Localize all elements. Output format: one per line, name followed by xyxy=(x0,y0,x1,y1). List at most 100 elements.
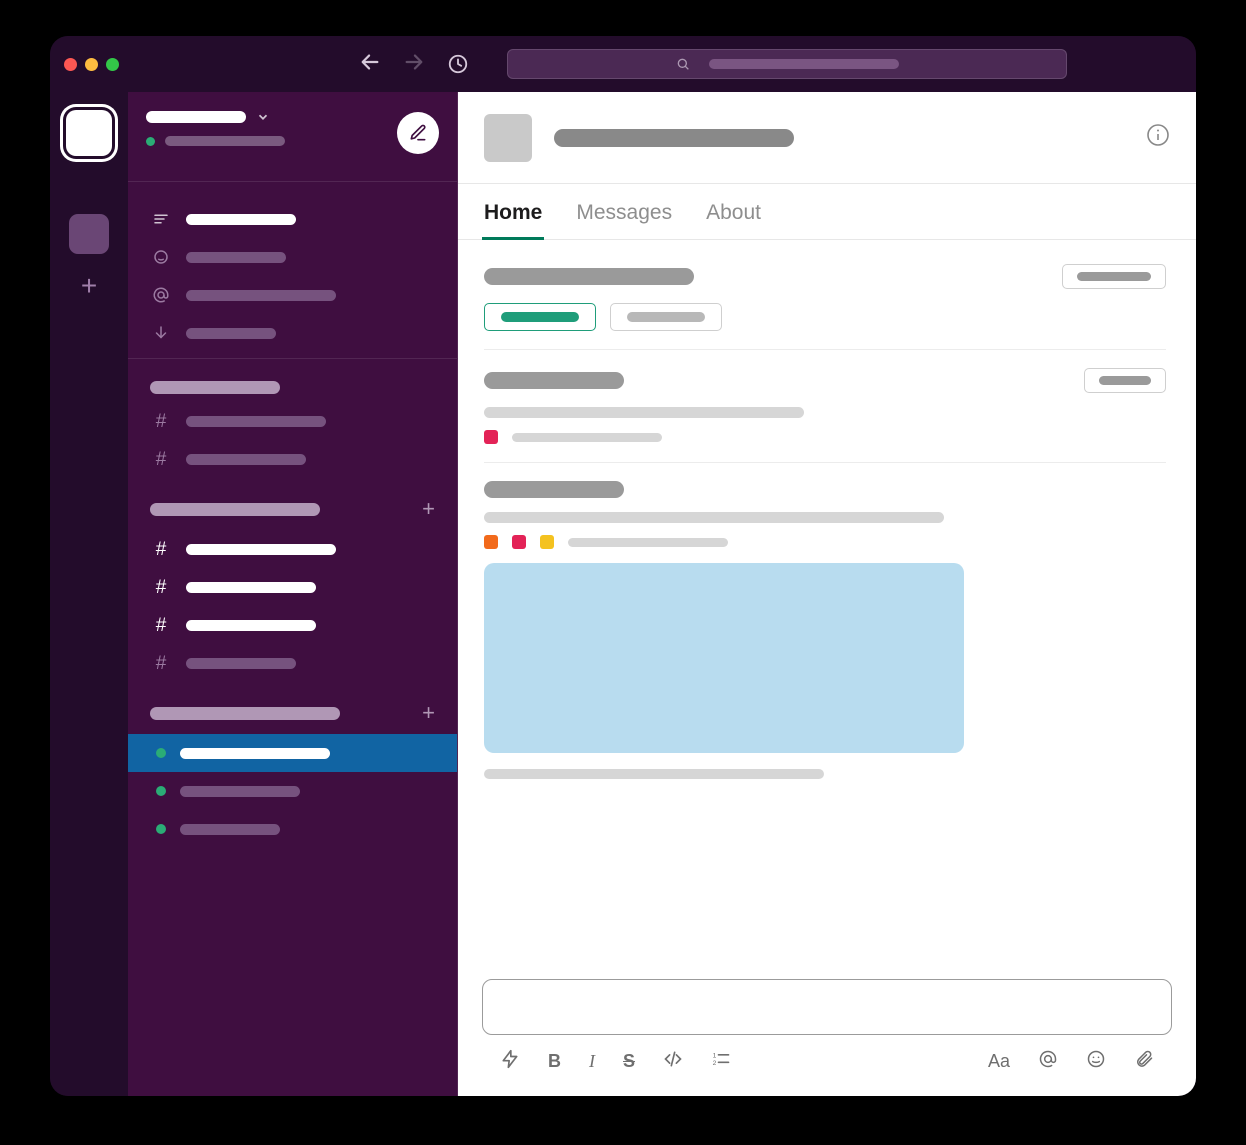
preview-card[interactable] xyxy=(484,563,964,753)
hash-icon: # xyxy=(150,654,172,673)
sidebar-item-more[interactable] xyxy=(128,314,457,352)
sidebar-item-label xyxy=(186,328,276,339)
sidebar-top-section xyxy=(128,182,457,359)
channel-details-button[interactable] xyxy=(1146,123,1170,152)
tab-about[interactable]: About xyxy=(706,201,761,239)
minimize-window-button[interactable] xyxy=(85,58,98,71)
sidebar-channel[interactable]: # xyxy=(128,606,457,644)
search-input[interactable] xyxy=(507,49,1067,79)
tab-messages[interactable]: Messages xyxy=(576,201,672,239)
mentions-icon xyxy=(150,286,172,304)
workspace-rail: + xyxy=(50,92,128,1096)
tab-home[interactable]: Home xyxy=(484,201,542,239)
workspace-tile-active[interactable] xyxy=(66,110,112,156)
section-body-line xyxy=(484,407,804,418)
sidebar-item-threads[interactable] xyxy=(128,200,457,238)
channel-tabs: Home Messages About xyxy=(458,184,1196,240)
section-action-button[interactable] xyxy=(1062,264,1166,289)
sidebar-item-label xyxy=(186,252,286,263)
sidebar-item-label xyxy=(180,786,300,797)
presence-dot-icon xyxy=(156,824,166,834)
sidebar-item-label xyxy=(186,290,336,301)
sidebar-item-label xyxy=(186,214,296,225)
hash-icon: # xyxy=(150,412,172,431)
sidebar-item-label xyxy=(186,544,336,555)
forward-button[interactable] xyxy=(403,51,425,78)
sidebar-channel[interactable]: # xyxy=(128,530,457,568)
history-button[interactable] xyxy=(447,53,469,75)
workspace-tile[interactable] xyxy=(69,214,109,254)
workspace-switcher[interactable] xyxy=(146,110,285,124)
sidebar-channel[interactable]: # xyxy=(128,568,457,606)
sidebar-channel[interactable]: # xyxy=(128,402,457,440)
strike-button[interactable]: S xyxy=(623,1051,635,1072)
sidebar-item-label xyxy=(186,454,306,465)
hash-icon: # xyxy=(150,450,172,469)
italic-button[interactable]: I xyxy=(589,1051,595,1072)
sidebar-dm-active[interactable] xyxy=(128,734,457,772)
section-action-button[interactable] xyxy=(1084,368,1166,393)
home-section xyxy=(484,481,1166,797)
sidebar-item-mentions[interactable] xyxy=(128,276,457,314)
list-button[interactable]: 12 xyxy=(711,1049,731,1074)
sidebar-section-heading[interactable]: + xyxy=(128,492,457,530)
chip-secondary[interactable] xyxy=(610,303,722,331)
legend-row xyxy=(484,535,1166,549)
legend-label xyxy=(512,433,662,442)
hash-icon: # xyxy=(150,578,172,597)
main-pane: Home Messages About xyxy=(458,92,1196,1096)
sidebar-header xyxy=(128,92,457,182)
dms-icon xyxy=(150,248,172,266)
hash-icon: # xyxy=(150,616,172,635)
workspace-status-text xyxy=(165,136,285,146)
legend-row xyxy=(484,430,1166,444)
compose-icon xyxy=(408,123,428,143)
add-dm-button[interactable]: + xyxy=(422,700,435,726)
section-title xyxy=(484,372,624,389)
sidebar-section-heading[interactable] xyxy=(128,377,457,402)
sidebar-item-dms[interactable] xyxy=(128,238,457,276)
attach-button[interactable] xyxy=(1134,1049,1154,1074)
emoji-button[interactable] xyxy=(1086,1049,1106,1074)
at-icon xyxy=(1038,1049,1058,1069)
paperclip-icon xyxy=(1134,1049,1154,1069)
chip-primary[interactable] xyxy=(484,303,596,331)
channel-header xyxy=(458,92,1196,184)
app-avatar xyxy=(484,114,532,162)
home-content xyxy=(458,240,1196,975)
home-section xyxy=(484,264,1166,350)
sidebar: # # + # # xyxy=(128,92,458,1096)
legend-label xyxy=(568,538,728,547)
shortcuts-button[interactable] xyxy=(500,1049,520,1074)
app-window: + xyxy=(50,36,1196,1096)
message-input[interactable] xyxy=(482,979,1172,1035)
add-channel-button[interactable]: + xyxy=(422,496,435,522)
section-title xyxy=(484,481,624,498)
sidebar-section: + xyxy=(128,682,457,848)
sidebar-dm[interactable] xyxy=(128,810,457,848)
bold-button[interactable]: B xyxy=(548,1051,561,1072)
presence-dot-icon xyxy=(156,748,166,758)
compose-button[interactable] xyxy=(397,112,439,154)
sidebar-channel[interactable]: # xyxy=(128,644,457,682)
code-button[interactable] xyxy=(663,1049,683,1074)
more-icon xyxy=(150,324,172,342)
mention-button[interactable] xyxy=(1038,1049,1058,1074)
close-window-button[interactable] xyxy=(64,58,77,71)
add-workspace-button[interactable]: + xyxy=(81,272,97,300)
titlebar xyxy=(50,36,1196,92)
back-button[interactable] xyxy=(359,51,381,78)
search-icon xyxy=(675,56,691,72)
sidebar-dm[interactable] xyxy=(128,772,457,810)
formatting-toggle-button[interactable]: Aa xyxy=(988,1051,1010,1072)
sidebar-section-heading[interactable]: + xyxy=(128,696,457,734)
presence-dot-icon xyxy=(146,137,155,146)
fullscreen-window-button[interactable] xyxy=(106,58,119,71)
hash-icon: # xyxy=(150,540,172,559)
svg-text:2: 2 xyxy=(713,1060,717,1067)
workspace-status xyxy=(146,136,285,146)
code-icon xyxy=(663,1049,683,1069)
emoji-icon xyxy=(1086,1049,1106,1069)
sidebar-channel[interactable]: # xyxy=(128,440,457,478)
sidebar-item-label xyxy=(180,824,280,835)
